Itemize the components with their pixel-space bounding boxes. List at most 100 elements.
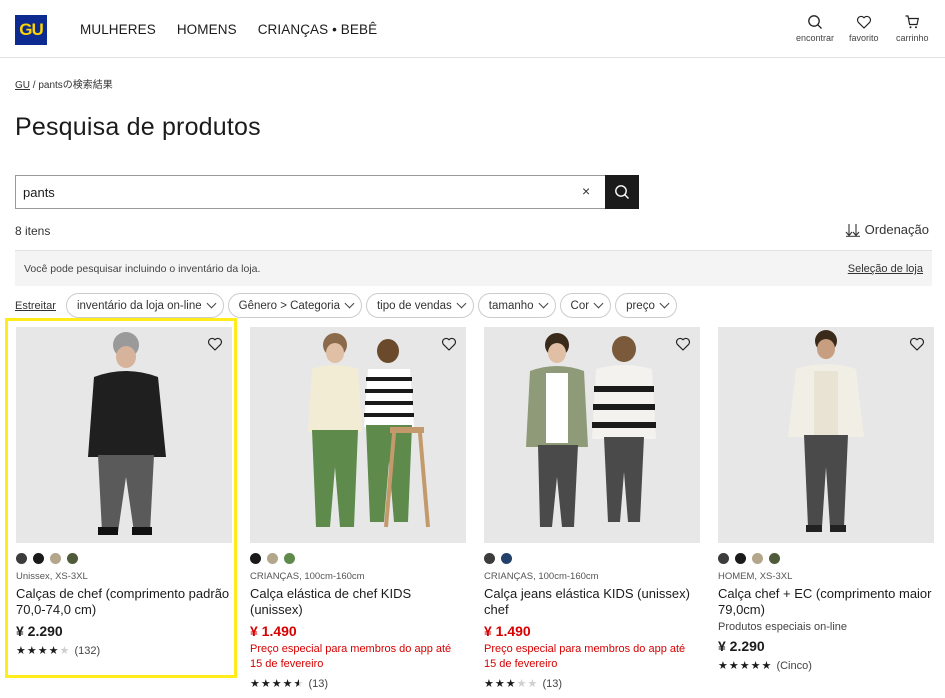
- sort-label: Ordenação: [864, 222, 929, 237]
- star-icon: ★: [282, 678, 294, 690]
- filter-label: tipo de vendas: [376, 299, 452, 312]
- product-name[interactable]: Calças de chef (comprimento padrão 70,0-…: [16, 586, 232, 618]
- filter-online-inventory[interactable]: inventário da loja on-line: [65, 293, 224, 318]
- product-name[interactable]: Calça chef + EC (comprimento maior 79,0c…: [718, 586, 934, 618]
- chevron-down-icon: [538, 298, 548, 309]
- star-icon: ★: [484, 678, 495, 690]
- model-illustration: [250, 327, 466, 543]
- breadcrumb-home[interactable]: GU: [15, 80, 30, 91]
- nav-kids-baby[interactable]: CRIANÇAS • BEBÊ: [258, 22, 378, 37]
- color-swatch[interactable]: [484, 553, 495, 564]
- product-image[interactable]: [250, 327, 466, 543]
- search-util-label: encontrar: [796, 33, 835, 43]
- product-card[interactable]: Unissex, XS-3XL Calças de chef (comprime…: [16, 327, 232, 657]
- star-icon: ★: [728, 660, 740, 672]
- filter-label: tamanho: [488, 299, 534, 312]
- star-icon: ★: [505, 678, 517, 690]
- product-price: ¥ 2.290: [718, 638, 765, 654]
- filter-color[interactable]: Cor: [559, 293, 612, 318]
- color-swatch[interactable]: [718, 553, 729, 564]
- color-swatch[interactable]: [267, 553, 278, 564]
- product-image[interactable]: [484, 327, 700, 543]
- color-swatch[interactable]: [735, 553, 746, 564]
- favorite-heart-icon[interactable]: [909, 336, 925, 352]
- color-swatch[interactable]: [501, 553, 512, 564]
- chevron-down-icon: [456, 298, 467, 309]
- star-icon: ★: [59, 645, 71, 657]
- product-card[interactable]: CRIANÇAS, 100cm-160cm Calça jeans elásti…: [484, 327, 700, 690]
- star-icon: ★: [527, 678, 539, 690]
- review-count[interactable]: (13): [308, 678, 328, 690]
- filter-size[interactable]: tamanho: [477, 293, 556, 318]
- main-nav: MULHERES HOMENS CRIANÇAS • BEBÊ: [80, 22, 377, 37]
- color-swatch[interactable]: [752, 553, 763, 564]
- star-icon: ★: [271, 678, 283, 690]
- product-rating: ★★★★★ (13): [484, 677, 700, 690]
- online-special-label: Produtos especiais on-line: [718, 621, 848, 633]
- favorite-util-label: favorito: [849, 33, 879, 43]
- color-swatch[interactable]: [67, 553, 78, 564]
- color-swatches: [718, 553, 934, 565]
- refine-link[interactable]: Estreitar: [15, 300, 56, 312]
- product-card[interactable]: CRIANÇAS, 100cm-160cm Calça elástica de …: [250, 327, 466, 690]
- breadcrumb-current: pantsの検索結果: [38, 80, 113, 91]
- star-icon: ★: [750, 660, 762, 672]
- star-icon: ★: [48, 645, 60, 657]
- product-meta: CRIANÇAS, 100cm-160cm: [484, 571, 599, 582]
- star-icon: ★: [260, 678, 272, 690]
- favorite-util[interactable]: favorito: [849, 14, 879, 43]
- star-icon: ★: [250, 678, 261, 690]
- favorite-heart-icon[interactable]: [441, 336, 457, 352]
- star-icon: ★: [516, 678, 528, 690]
- color-swatch[interactable]: [50, 553, 61, 564]
- search-input[interactable]: [23, 176, 563, 208]
- cart-util[interactable]: carrinho: [896, 14, 929, 43]
- color-swatch[interactable]: [284, 553, 295, 564]
- color-swatch[interactable]: [33, 553, 44, 564]
- heart-icon: [856, 15, 871, 29]
- filter-sales-type[interactable]: tipo de vendas: [365, 293, 474, 318]
- notice-text: Você pode pesquisar incluindo o inventár…: [24, 263, 261, 275]
- search-field: ×: [15, 175, 605, 209]
- search-util[interactable]: encontrar: [796, 14, 834, 43]
- product-rating: ★★★★★ (13): [250, 677, 466, 690]
- product-card[interactable]: HOMEM, XS-3XL Calça chef + EC (comprimen…: [718, 327, 934, 672]
- result-count: 8 itens: [15, 224, 51, 238]
- chevron-down-icon: [593, 298, 604, 309]
- star-icon: ★: [26, 645, 38, 657]
- review-count[interactable]: (Cinco): [776, 660, 811, 672]
- filter-gender-category[interactable]: Gênero > Categoria: [227, 293, 362, 318]
- product-meta: CRIANÇAS, 100cm-160cm: [250, 571, 365, 582]
- sort-button[interactable]: Ordenação: [845, 222, 929, 237]
- filter-price[interactable]: preço: [615, 293, 677, 318]
- breadcrumb: GU / pantsの検索結果: [15, 76, 113, 91]
- product-image[interactable]: [718, 327, 934, 543]
- product-name[interactable]: Calça jeans elástica KIDS (unissex) chef: [484, 586, 700, 618]
- star-icon: ★: [37, 645, 49, 657]
- search-icon: [615, 185, 629, 199]
- color-swatch[interactable]: [250, 553, 261, 564]
- nav-women[interactable]: MULHERES: [80, 22, 156, 37]
- cart-icon: [905, 15, 920, 29]
- color-swatch[interactable]: [16, 553, 27, 564]
- app-member-promo: Preço especial para membros do app até 1…: [484, 643, 686, 670]
- search-submit-button[interactable]: [605, 175, 639, 209]
- favorite-heart-icon[interactable]: [675, 336, 691, 352]
- review-count[interactable]: (132): [74, 645, 100, 657]
- star-icon: ★: [761, 660, 773, 672]
- product-meta: HOMEM, XS-3XL: [718, 571, 793, 582]
- star-icon: ★: [293, 678, 305, 690]
- review-count[interactable]: (13): [542, 678, 562, 690]
- model-illustration: [718, 327, 934, 543]
- gu-logo[interactable]: GU: [15, 15, 47, 45]
- clear-search-button[interactable]: ×: [582, 183, 590, 199]
- favorite-heart-icon[interactable]: [207, 336, 223, 352]
- color-swatch[interactable]: [769, 553, 780, 564]
- product-image[interactable]: [16, 327, 232, 543]
- star-icon: ★: [16, 645, 27, 657]
- nav-men[interactable]: HOMENS: [177, 22, 237, 37]
- product-price: ¥ 2.290: [16, 623, 63, 639]
- product-name[interactable]: Calça elástica de chef KIDS (unissex): [250, 586, 466, 618]
- store-selection-link[interactable]: Seleção de loja: [848, 263, 923, 275]
- sort-icon: [845, 223, 860, 237]
